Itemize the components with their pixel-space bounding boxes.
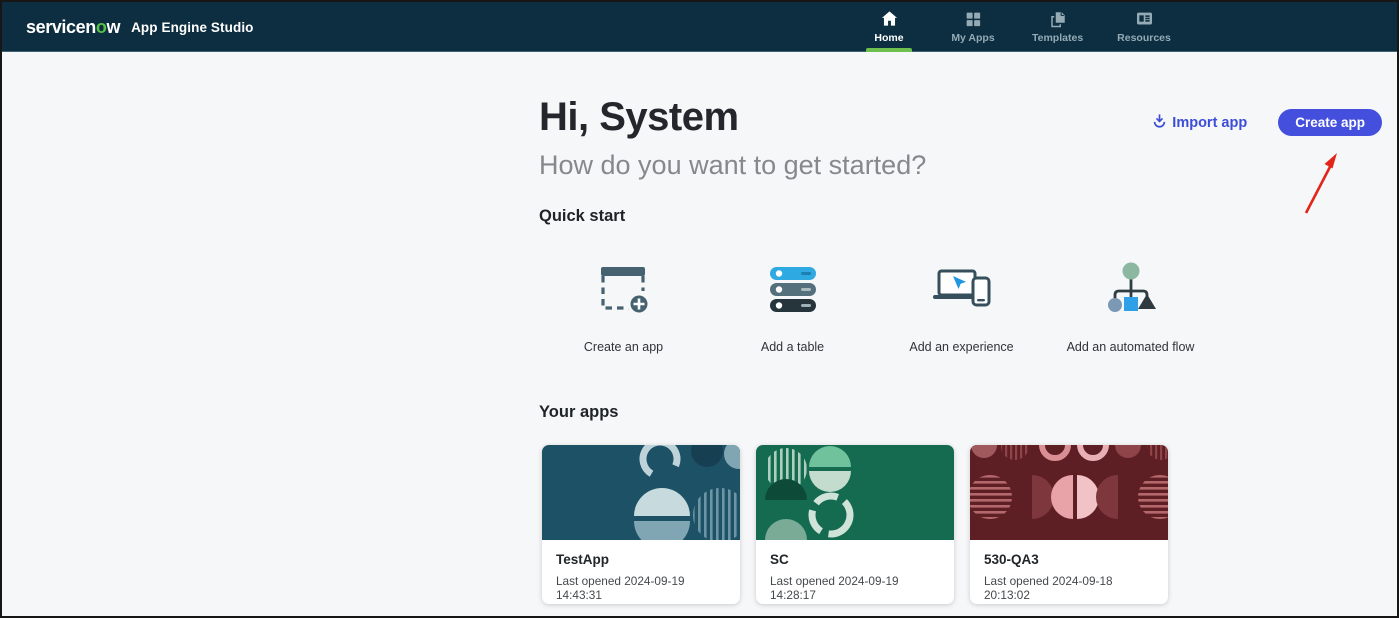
main-content: Hi, System How do you want to get starte… — [2, 53, 1397, 616]
tab-resources-label: Resources — [1117, 32, 1171, 44]
app-card-info: 530-QA3 Last opened 2024-09-18 20:13:02 — [970, 540, 1168, 602]
your-apps-row: TestApp Last opened 2024-09-19 14:43:31 — [542, 445, 1168, 604]
tab-templates-label: Templates — [1032, 32, 1083, 44]
red-arrow-annotation — [1296, 143, 1348, 221]
your-apps-title: Your apps — [539, 403, 618, 422]
newspaper-icon — [1135, 9, 1154, 28]
import-app-label: Import app — [1172, 115, 1247, 131]
nav-tabs: Home My Apps Templat — [860, 2, 1175, 52]
create-app-icon — [596, 253, 652, 325]
header-actions: Import app Create app — [1152, 109, 1382, 136]
app-last-opened: Last opened 2024-09-19 14:43:31 — [556, 574, 726, 602]
app-banner-art-green — [756, 445, 954, 540]
quick-start-label: Create an app — [584, 340, 663, 354]
page-subtitle: How do you want to get started? — [539, 150, 926, 181]
grid-icon — [964, 9, 982, 28]
create-app-button[interactable]: Create app — [1278, 109, 1382, 136]
quick-start-label: Add a table — [761, 340, 824, 354]
product-name: App Engine Studio — [131, 20, 253, 35]
servicenow-logo: servicenow — [26, 17, 120, 38]
quick-start-create-an-app[interactable]: Create an app — [539, 253, 708, 354]
home-icon — [880, 9, 899, 28]
app-card-info: TestApp Last opened 2024-09-19 14:43:31 — [542, 540, 740, 602]
tab-home-label: Home — [874, 32, 903, 44]
experience-icon — [931, 253, 993, 325]
app-name: SC — [770, 552, 940, 567]
logo-green-o: o — [96, 17, 107, 37]
app-card-530-qa3[interactable]: 530-QA3 Last opened 2024-09-18 20:13:02 — [970, 445, 1168, 604]
tab-templates[interactable]: Templates — [1028, 2, 1087, 52]
app-banner-art-teal — [542, 445, 740, 540]
download-icon — [1152, 113, 1167, 132]
app-card-info: SC Last opened 2024-09-19 14:28:17 — [756, 540, 954, 602]
tab-my-apps[interactable]: My Apps — [944, 2, 1002, 52]
quick-start-row: Create an app Add a table — [539, 253, 1215, 354]
top-nav-bar: servicenow App Engine Studio Home My App… — [2, 2, 1397, 52]
app-last-opened: Last opened 2024-09-18 20:13:02 — [984, 574, 1154, 602]
import-app-link[interactable]: Import app — [1152, 113, 1247, 132]
app-last-opened: Last opened 2024-09-19 14:28:17 — [770, 574, 940, 602]
tab-my-apps-label: My Apps — [951, 32, 994, 44]
quick-start-label: Add an experience — [909, 340, 1013, 354]
brand-logo[interactable]: servicenow App Engine Studio — [26, 2, 254, 52]
quick-start-add-an-automated-flow[interactable]: Add an automated flow — [1046, 253, 1215, 354]
tab-resources[interactable]: Resources — [1113, 2, 1175, 52]
active-tab-underline — [866, 48, 912, 52]
app-banner-art-maroon — [970, 445, 1168, 540]
app-engine-studio-home: { "brand": { "name_prefix": "servicen", … — [0, 0, 1399, 618]
quick-start-label: Add an automated flow — [1067, 340, 1195, 354]
app-name: 530-QA3 — [984, 552, 1154, 567]
flow-icon — [1101, 253, 1161, 325]
page-title: Hi, System — [539, 95, 739, 140]
copy-pages-icon — [1049, 9, 1067, 28]
app-card-testapp[interactable]: TestApp Last opened 2024-09-19 14:43:31 — [542, 445, 740, 604]
quick-start-add-an-experience[interactable]: Add an experience — [877, 253, 1046, 354]
app-card-sc[interactable]: SC Last opened 2024-09-19 14:28:17 — [756, 445, 954, 604]
table-icon — [768, 253, 818, 325]
quick-start-add-a-table[interactable]: Add a table — [708, 253, 877, 354]
tab-home[interactable]: Home — [860, 2, 918, 52]
app-name: TestApp — [556, 552, 726, 567]
quick-start-title: Quick start — [539, 207, 625, 226]
